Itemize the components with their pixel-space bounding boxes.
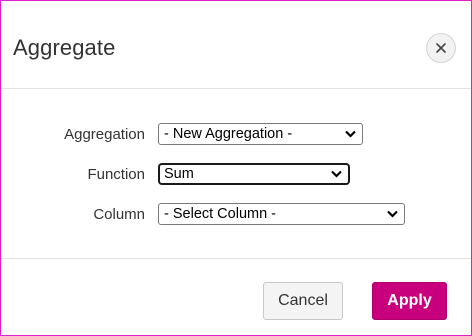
aggregation-value: - New Aggregation - — [164, 126, 293, 142]
column-value: - Select Column - — [164, 206, 277, 222]
column-row: Column - Select Column - — [1, 203, 471, 227]
chevron-down-icon — [331, 170, 342, 178]
aggregate-dialog: Aggregate Aggregation - New Aggregation … — [0, 0, 472, 336]
cancel-button[interactable]: Cancel — [263, 282, 343, 320]
dialog-footer: Cancel Apply — [1, 258, 471, 336]
apply-button[interactable]: Apply — [372, 282, 447, 320]
close-button[interactable] — [426, 33, 456, 63]
function-label: Function — [87, 166, 145, 183]
chevron-down-icon — [345, 130, 356, 138]
dialog-header: Aggregate — [1, 1, 471, 89]
close-icon — [436, 43, 446, 53]
chevron-down-icon — [387, 210, 398, 218]
aggregation-label: Aggregation — [64, 126, 145, 143]
aggregation-row: Aggregation - New Aggregation - — [1, 123, 471, 147]
column-label: Column — [93, 206, 145, 223]
aggregation-select[interactable]: - New Aggregation - — [158, 123, 363, 145]
function-row: Function Sum — [1, 163, 471, 187]
dialog-body: Aggregation - New Aggregation - Function… — [1, 90, 471, 258]
function-select[interactable]: Sum — [158, 163, 350, 185]
column-select[interactable]: - Select Column - — [158, 203, 405, 225]
dialog-title: Aggregate — [13, 35, 116, 60]
function-value: Sum — [164, 166, 194, 182]
